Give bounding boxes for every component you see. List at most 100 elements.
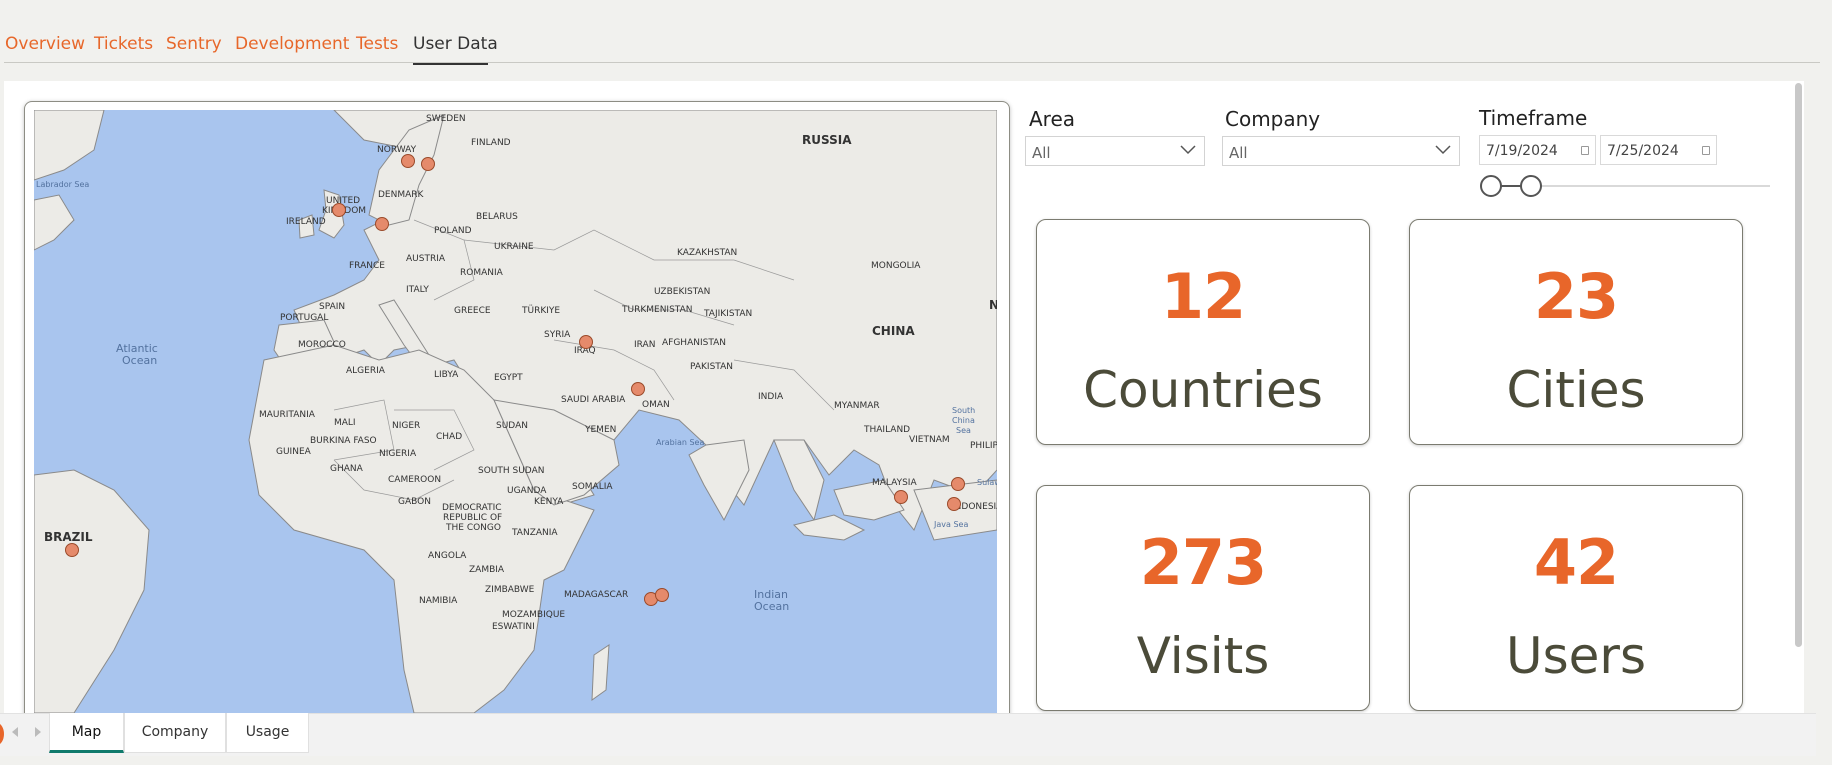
map-label-south-sudan: SOUTH SUDAN — [478, 466, 545, 476]
map-label-finland: FINLAND — [471, 138, 511, 148]
company-dropdown[interactable]: All — [1222, 136, 1460, 166]
map-label-syria: SYRIA — [544, 330, 571, 340]
map-label-somalia: SOMALIA — [572, 482, 613, 492]
map-label-mongolia: MONGOLIA — [871, 261, 921, 271]
map-label-portugal: PORTUGAL — [280, 313, 329, 323]
map-label-tajikistan: TAJIKISTAN — [704, 309, 753, 319]
kpi-value: 273 — [1139, 526, 1267, 599]
area-dropdown[interactable]: All — [1025, 136, 1205, 166]
map-marker[interactable] — [401, 154, 415, 168]
chevron-left-icon[interactable] — [12, 727, 18, 737]
map-label-nigeria: NIGERIA — [379, 449, 417, 459]
map-label-ukraine: UKRAINE — [494, 242, 534, 252]
map-marker[interactable] — [947, 497, 961, 511]
map-label-drc-2: REPUBLIC OF — [443, 513, 503, 523]
map-marker[interactable] — [655, 588, 669, 602]
map-label-myanmar: MYANMAR — [834, 401, 880, 411]
map-label-gabon: GABON — [398, 497, 431, 507]
vertical-scrollbar[interactable] — [1792, 81, 1804, 713]
map-label-indian-ocean: Ocean — [754, 600, 790, 613]
start-date-input[interactable]: 7/19/2024 — [1479, 135, 1596, 165]
kpi-value: 23 — [1533, 260, 1619, 333]
map-marker[interactable] — [375, 217, 389, 231]
kpi-card-users: 42 Users — [1409, 485, 1743, 711]
map-label-tanzania: TANZANIA — [512, 528, 558, 538]
tab-sentry[interactable]: Sentry — [166, 34, 222, 54]
map-label-sulawesi: Sulaw — [977, 478, 997, 487]
map-marker[interactable] — [951, 477, 965, 491]
map-marker[interactable] — [579, 335, 593, 349]
kpi-label: Cities — [1506, 361, 1646, 419]
map-label-ghana: GHANA — [330, 464, 363, 474]
page-tab-usage[interactable]: Usage — [226, 713, 309, 753]
map-label-java-sea: Java Sea — [934, 520, 969, 529]
tab-user-data[interactable]: User Data — [413, 34, 498, 54]
map-label-n-edge: N — [989, 298, 997, 312]
map-label-brazil: BRAZIL — [44, 530, 93, 544]
kpi-label: Users — [1505, 627, 1646, 685]
map-marker[interactable] — [894, 490, 908, 504]
map-label-sudan: SUDAN — [496, 421, 528, 431]
map-label-drc-3: THE CONGO — [446, 523, 501, 533]
map-label-india: INDIA — [758, 392, 784, 402]
kpi-card-visits: 273 Visits — [1036, 485, 1370, 711]
scrollbar-thumb[interactable] — [1795, 83, 1802, 647]
timeframe-slider-start-handle[interactable] — [1480, 175, 1502, 197]
page-tabs-bar: Map Company Usage — [0, 713, 1832, 765]
tab-tests[interactable]: Tests — [356, 34, 398, 54]
timeframe-slider-end-handle[interactable] — [1520, 175, 1542, 197]
map-label-libya: LIBYA — [434, 370, 459, 380]
map-label-kenya: KENYA — [534, 497, 564, 507]
end-date-input[interactable]: 7/25/2024 — [1600, 135, 1717, 165]
page-tab-company[interactable]: Company — [124, 713, 226, 753]
world-map[interactable]: SWEDEN FINLAND RUSSIA NORWAY Labrador Se… — [34, 110, 997, 713]
map-label-saudi-arabia: SAUDI ARABIA — [561, 395, 626, 405]
map-label-philippines: PHILIP — [970, 441, 997, 451]
report-canvas: SWEDEN FINLAND RUSSIA NORWAY Labrador Se… — [4, 81, 1804, 713]
map-label-atlantic-ocean: Ocean — [122, 354, 158, 367]
map-label-kazakhstan: KAZAKHSTAN — [677, 248, 738, 258]
map-label-angola: ANGOLA — [428, 551, 467, 561]
map-label-guinea: GUINEA — [276, 447, 311, 457]
map-label-greece: GREECE — [454, 306, 491, 316]
calendar-icon — [1581, 146, 1589, 155]
map-label-china: CHINA — [872, 324, 915, 338]
map-label-turkiye: TÜRKIYE — [522, 306, 561, 316]
map-label-poland: POLAND — [434, 226, 472, 236]
map-marker[interactable] — [332, 203, 346, 217]
kpi-card-cities: 23 Cities — [1409, 219, 1743, 445]
tabs-divider — [4, 62, 1820, 63]
map-marker[interactable] — [421, 157, 435, 171]
map-label-zambia: ZAMBIA — [469, 565, 505, 575]
end-date-value: 7/25/2024 — [1607, 143, 1679, 159]
chevron-right-icon[interactable] — [35, 727, 41, 737]
map-label-cameroon: CAMEROON — [388, 475, 442, 485]
area-dropdown-value: All — [1032, 144, 1051, 162]
map-label-burkina-faso: BURKINA FASO — [310, 436, 377, 446]
page-tab-map[interactable]: Map — [49, 713, 124, 753]
map-label-pakistan: PAKISTAN — [690, 362, 733, 372]
area-filter-title: Area — [1029, 107, 1076, 131]
map-label-niger: NIGER — [392, 421, 421, 431]
calendar-icon — [1702, 146, 1710, 155]
chevron-down-icon — [1180, 145, 1196, 155]
map-label-thailand: THAILAND — [864, 425, 911, 435]
map-label-sweden: SWEDEN — [426, 114, 466, 124]
tab-tickets[interactable]: Tickets — [94, 34, 153, 54]
start-date-value: 7/19/2024 — [1486, 143, 1558, 159]
map-label-atlantic: Atlantic — [116, 342, 158, 355]
tab-overview[interactable]: Overview — [5, 34, 85, 54]
tab-development[interactable]: Development — [235, 34, 349, 54]
kpi-value: 42 — [1533, 526, 1619, 599]
map-label-mauritania: MAURITANIA — [259, 410, 315, 420]
map-label-algeria: ALGERIA — [346, 366, 385, 376]
map-label-romania: ROMANIA — [460, 268, 503, 278]
map-label-oman: OMAN — [642, 400, 670, 410]
map-marker[interactable] — [631, 382, 645, 396]
map-label-uganda: UGANDA — [507, 486, 547, 496]
map-label-labrador-sea: Labrador Sea — [36, 180, 90, 189]
kpi-label: Visits — [1136, 627, 1270, 685]
map-label-mozambique: MOZAMBIQUE — [502, 610, 566, 620]
map-label-turkmenistan: TURKMENISTAN — [622, 305, 693, 315]
map-marker[interactable] — [65, 543, 79, 557]
